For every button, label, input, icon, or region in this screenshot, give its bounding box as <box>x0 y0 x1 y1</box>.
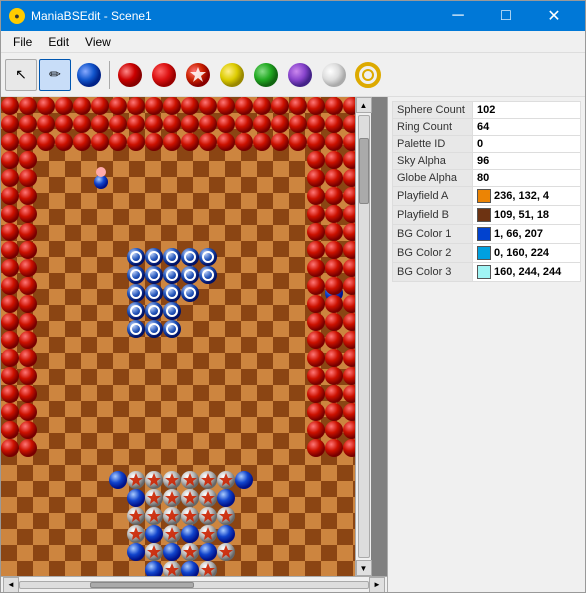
toolbar-separator <box>109 61 110 89</box>
prop-label-4: Globe Alpha <box>393 170 473 187</box>
color-swatch-7 <box>477 227 491 241</box>
tool-ball-white[interactable] <box>318 59 350 91</box>
prop-label-1: Ring Count <box>393 119 473 136</box>
prop-value-1[interactable]: 64 <box>473 119 581 136</box>
prop-label-6: Playfield B <box>393 206 473 225</box>
pencil-tool[interactable]: ✏ <box>39 59 71 91</box>
prop-label-0: Sphere Count <box>393 102 473 119</box>
scrollbar-v-track[interactable] <box>358 115 370 558</box>
scrollbar-v-thumb[interactable] <box>359 138 369 204</box>
tool-ball-green[interactable] <box>250 59 282 91</box>
canvas-area: ▲ ▼ ◄ ► <box>1 97 387 592</box>
prop-value-8[interactable]: 0, 160, 224 <box>473 244 581 263</box>
select-tool[interactable]: ↖ <box>5 59 37 91</box>
color-swatch-9 <box>477 265 491 279</box>
prop-label-9: BG Color 3 <box>393 263 473 282</box>
menubar: File Edit View <box>1 31 585 53</box>
properties-table: Sphere Count102Ring Count64Palette ID0Sk… <box>392 101 581 282</box>
prop-value-6[interactable]: 109, 51, 18 <box>473 206 581 225</box>
close-button[interactable]: ✕ <box>531 1 577 31</box>
tool-ball-red1[interactable] <box>114 59 146 91</box>
prop-row-2: Palette ID0 <box>393 136 581 153</box>
scroll-right-button[interactable]: ► <box>369 577 385 593</box>
prop-row-4: Globe Alpha80 <box>393 170 581 187</box>
tool-ball-star-red[interactable] <box>182 59 214 91</box>
prop-value-9[interactable]: 160, 244, 244 <box>473 263 581 282</box>
minimize-button[interactable]: ─ <box>435 1 481 31</box>
right-panel: Sphere Count102Ring Count64Palette ID0Sk… <box>387 97 585 592</box>
tool-ball-red2[interactable] <box>148 59 180 91</box>
menu-file[interactable]: File <box>5 33 40 51</box>
window-title: ManiaBSEdit - Scene1 <box>31 9 435 23</box>
tool-ball-purple[interactable] <box>284 59 316 91</box>
prop-row-7: BG Color 11, 66, 207 <box>393 225 581 244</box>
prop-value-2[interactable]: 0 <box>473 136 581 153</box>
prop-value-5[interactable]: 236, 132, 4 <box>473 187 581 206</box>
prop-value-0[interactable]: 102 <box>473 102 581 119</box>
scroll-down-button[interactable]: ▼ <box>356 560 372 576</box>
prop-label-7: BG Color 1 <box>393 225 473 244</box>
canvas-wrapper: ▲ ▼ <box>1 97 387 576</box>
toolbar: ↖ ✏ <box>1 53 585 97</box>
game-scene[interactable] <box>1 97 355 576</box>
menu-edit[interactable]: Edit <box>40 33 77 51</box>
color-swatch-6 <box>477 208 491 222</box>
prop-row-5: Playfield A236, 132, 4 <box>393 187 581 206</box>
prop-value-7[interactable]: 1, 66, 207 <box>473 225 581 244</box>
color-swatch-5 <box>477 189 491 203</box>
main-window: ● ManiaBSEdit - Scene1 ─ □ ✕ File Edit V… <box>0 0 586 593</box>
horizontal-scrollbar[interactable]: ◄ ► <box>1 576 387 592</box>
prop-row-1: Ring Count64 <box>393 119 581 136</box>
scroll-left-button[interactable]: ◄ <box>3 577 19 593</box>
tool-ball-blue[interactable] <box>73 59 105 91</box>
scrollbar-h-thumb[interactable] <box>90 582 194 588</box>
prop-row-6: Playfield B109, 51, 18 <box>393 206 581 225</box>
color-swatch-8 <box>477 246 491 260</box>
prop-row-9: BG Color 3160, 244, 244 <box>393 263 581 282</box>
prop-label-2: Palette ID <box>393 136 473 153</box>
main-content: ▲ ▼ ◄ ► Sphere Count102Ring Coun <box>1 97 585 592</box>
prop-row-8: BG Color 20, 160, 224 <box>393 244 581 263</box>
window-controls: ─ □ ✕ <box>435 1 577 31</box>
tool-ball-ring[interactable] <box>352 59 384 91</box>
prop-row-3: Sky Alpha96 <box>393 153 581 170</box>
prop-value-4[interactable]: 80 <box>473 170 581 187</box>
prop-value-3[interactable]: 96 <box>473 153 581 170</box>
titlebar: ● ManiaBSEdit - Scene1 ─ □ ✕ <box>1 1 585 31</box>
prop-label-8: BG Color 2 <box>393 244 473 263</box>
vertical-scrollbar[interactable]: ▲ ▼ <box>355 97 371 576</box>
app-icon: ● <box>9 8 25 24</box>
menu-view[interactable]: View <box>77 33 119 51</box>
prop-row-0: Sphere Count102 <box>393 102 581 119</box>
prop-label-5: Playfield A <box>393 187 473 206</box>
prop-label-3: Sky Alpha <box>393 153 473 170</box>
maximize-button[interactable]: □ <box>483 1 529 31</box>
scene-svg <box>1 97 355 576</box>
tool-ball-yellow[interactable] <box>216 59 248 91</box>
scrollbar-h-track[interactable] <box>19 581 369 589</box>
scroll-up-button[interactable]: ▲ <box>356 97 372 113</box>
